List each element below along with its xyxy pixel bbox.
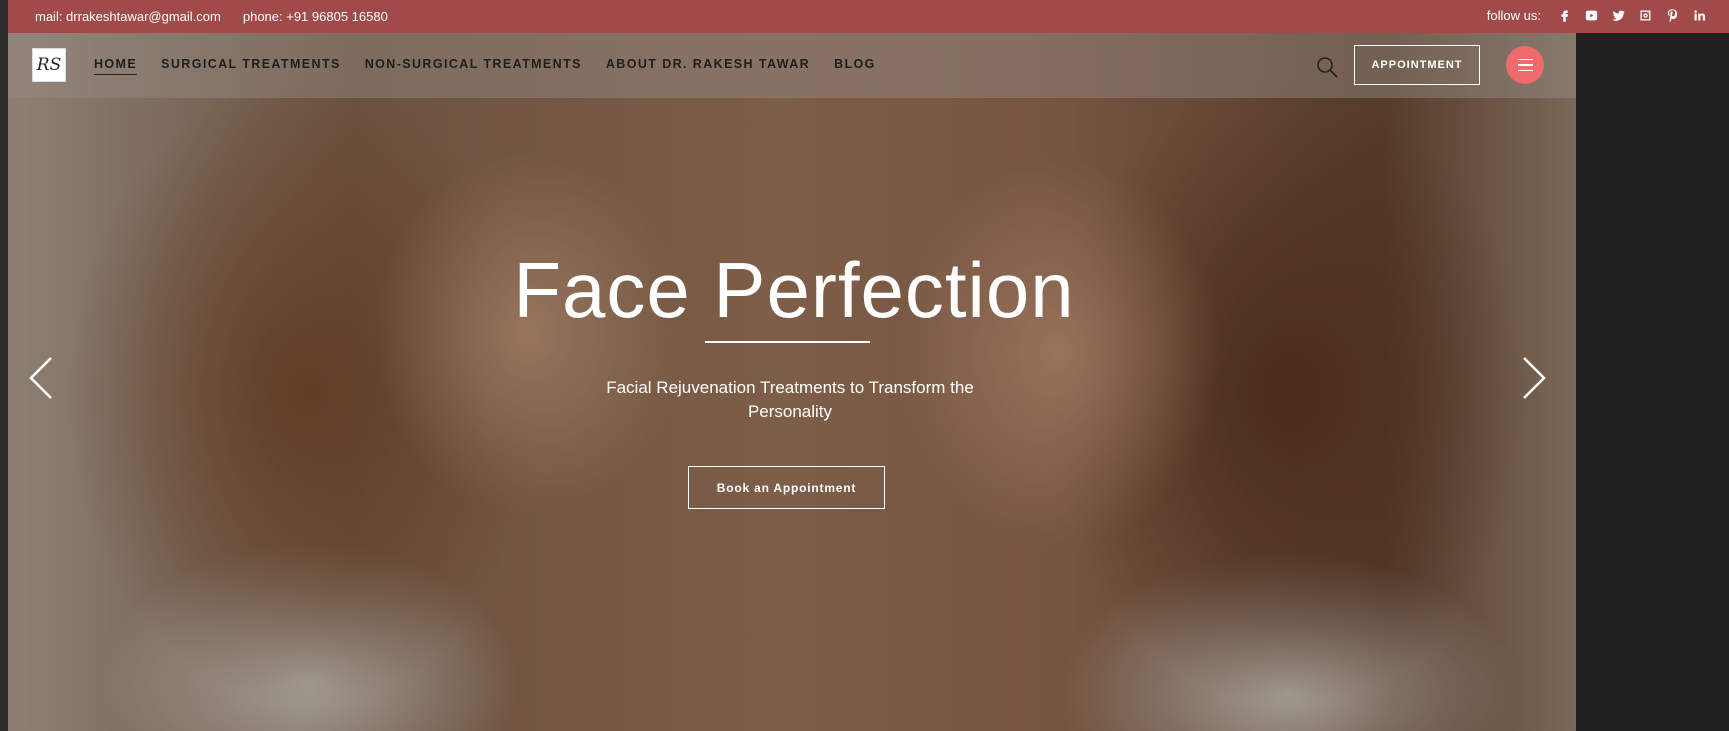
facebook-icon[interactable]	[1556, 7, 1572, 23]
dark-side-strip	[1576, 33, 1729, 731]
hero-title: Face Perfection	[513, 246, 1075, 334]
main-nav: HOME SURGICAL TREATMENTS NON-SURGICAL TR…	[94, 57, 876, 75]
nav-surgical-treatments[interactable]: SURGICAL TREATMENTS	[161, 57, 341, 75]
chevron-right-icon	[1523, 357, 1546, 399]
search-button[interactable]	[1315, 55, 1339, 79]
nav-about[interactable]: ABOUT DR. RAKESH TAWAR	[606, 57, 810, 75]
contact-phone[interactable]: phone: +91 96805 16580	[243, 9, 388, 24]
follow-label: follow us:	[1486, 7, 1541, 23]
youtube-icon[interactable]	[1583, 7, 1599, 23]
appointment-button[interactable]: APPOINTMENT	[1354, 45, 1480, 85]
chevron-left-icon	[29, 357, 52, 399]
hero-slide-image: Face Perfection Facial Rejuvenation Trea…	[8, 33, 1729, 731]
contact-info: mail: drrakeshtawar@gmail.com phone: +91…	[35, 9, 388, 24]
slider-next-arrow[interactable]	[1520, 355, 1548, 401]
top-info-bar: mail: drrakeshtawar@gmail.com phone: +91…	[8, 0, 1729, 33]
hamburger-line	[1517, 69, 1533, 72]
hero-divider	[705, 341, 870, 343]
nav-non-surgical-treatments[interactable]: NON-SURGICAL TREATMENTS	[365, 57, 582, 75]
nav-blog[interactable]: BLOG	[834, 57, 876, 75]
slider-prev-arrow[interactable]	[27, 355, 55, 401]
twitter-icon[interactable]	[1610, 7, 1626, 23]
hamburger-menu-button[interactable]	[1506, 46, 1544, 84]
hamburger-line	[1517, 64, 1533, 66]
hero-subtitle: Facial Rejuvenation Treatments to Transf…	[606, 378, 974, 421]
instagram-icon[interactable]	[1637, 7, 1653, 23]
social-links: follow us:	[1487, 7, 1707, 23]
book-appointment-button[interactable]: Book an Appointment	[688, 466, 885, 509]
pinterest-icon[interactable]	[1664, 7, 1680, 23]
site-logo[interactable]: RS	[32, 48, 66, 82]
nav-home[interactable]: HOME	[94, 57, 138, 75]
main-navbar: RS HOME SURGICAL TREATMENTS NON-SURGICAL…	[8, 33, 1729, 98]
linkedin-icon[interactable]	[1691, 7, 1707, 23]
page-frame: mail: drrakeshtawar@gmail.com phone: +91…	[8, 0, 1729, 731]
hamburger-line	[1517, 58, 1533, 61]
search-icon	[1317, 57, 1338, 78]
contact-email[interactable]: mail: drrakeshtawar@gmail.com	[35, 9, 221, 24]
